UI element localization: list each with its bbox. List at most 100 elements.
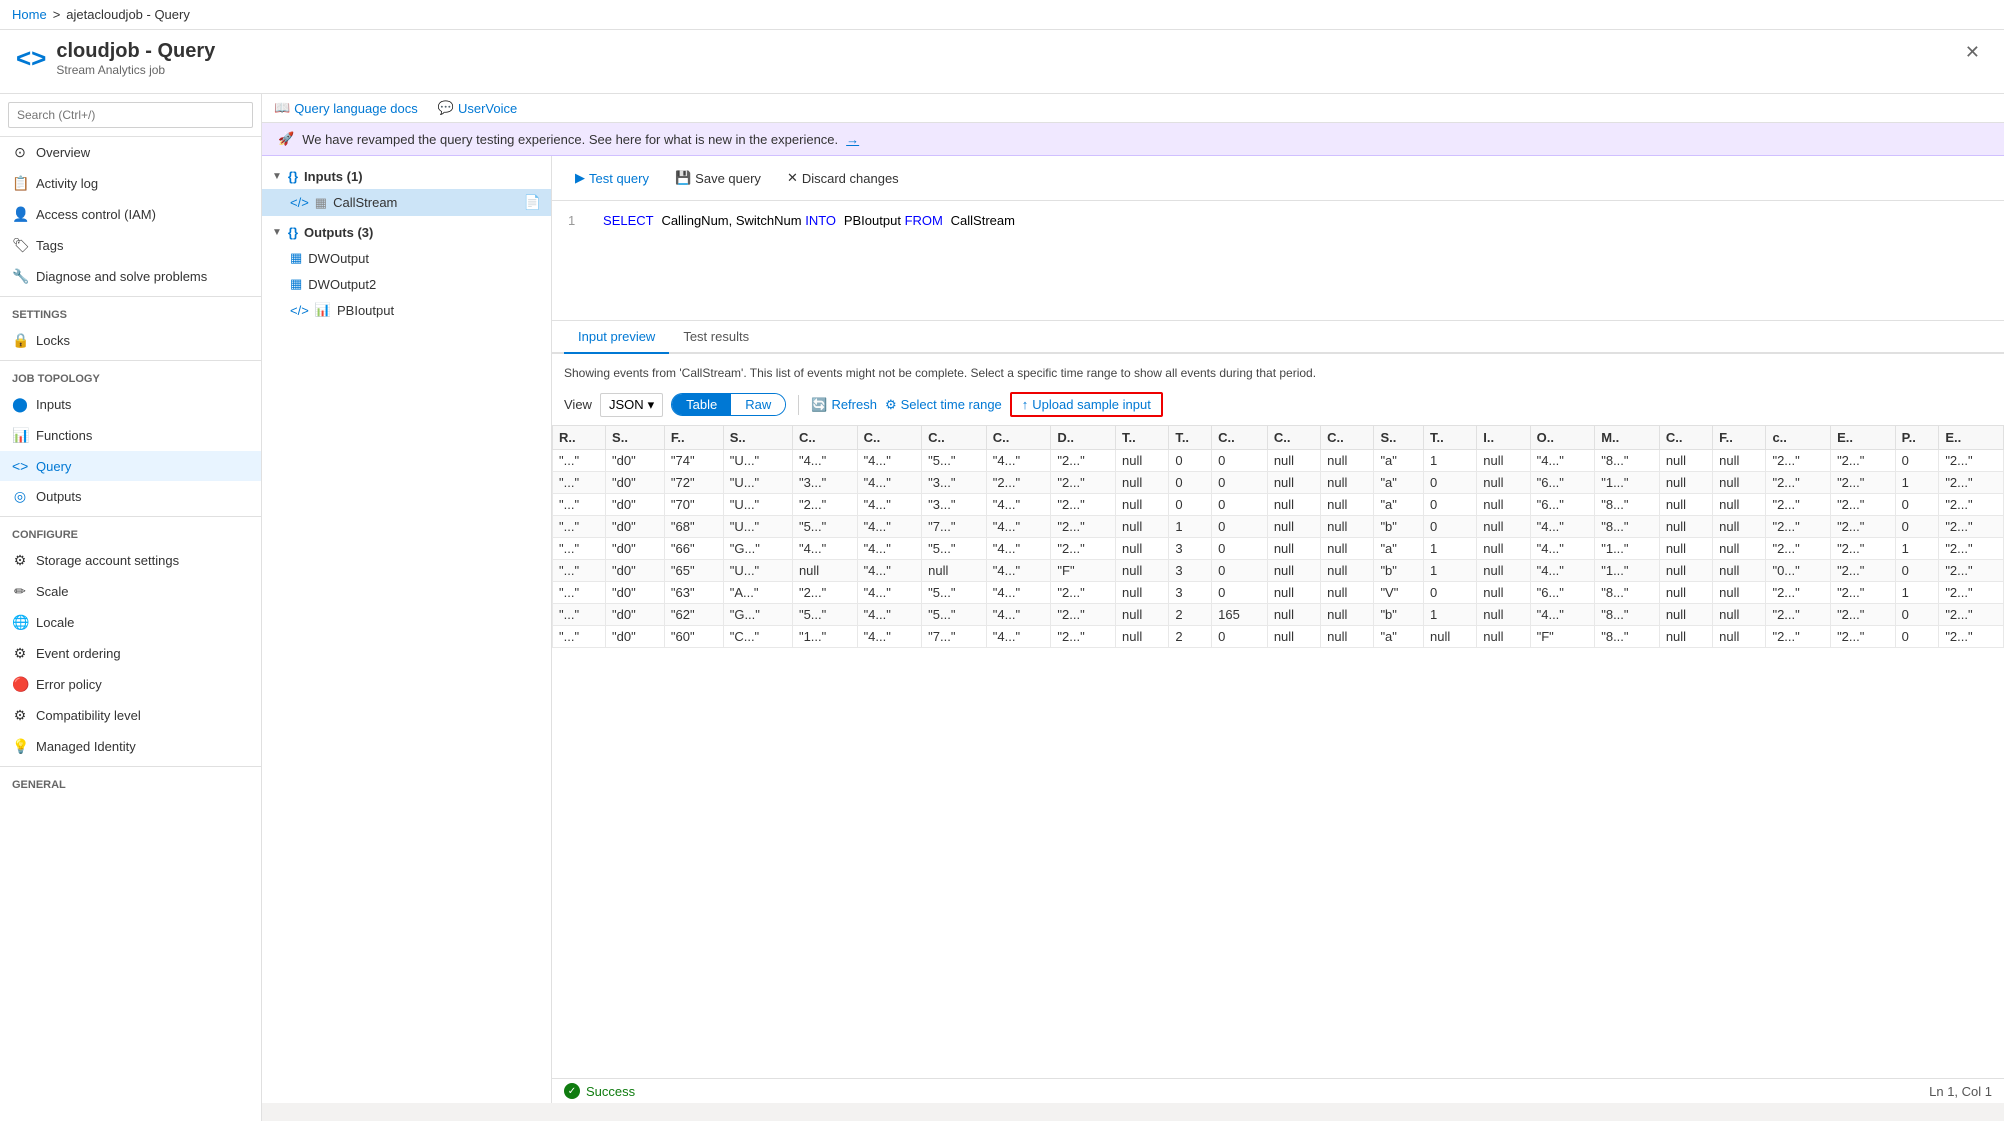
sidebar-item-event-ordering[interactable]: ⚙ Event ordering (0, 638, 261, 669)
table-col-header: C.. (986, 426, 1051, 450)
table-cell: "4..." (857, 538, 922, 560)
sidebar-item-diagnose[interactable]: 🔧 Diagnose and solve problems (0, 261, 261, 292)
breadcrumb: Home > ajetacloudjob - Query (12, 7, 190, 22)
table-cell: null (1713, 516, 1766, 538)
split-pane: ▼ {} Inputs (1) </> ▦ CallStream 📄 ▼ {} (262, 156, 2004, 1103)
query-docs-link[interactable]: 📖 Query language docs (274, 100, 418, 116)
table-cell: "4..." (857, 560, 922, 582)
sidebar-item-scale[interactable]: ✏ Scale (0, 576, 261, 607)
table-cell: "2..." (1051, 604, 1116, 626)
sidebar-item-compatibility[interactable]: ⚙ Compatibility level (0, 700, 261, 731)
table-cell: "2..." (1051, 626, 1116, 648)
gear-icon: ⚙ (885, 397, 897, 413)
table-cell: "2..." (1939, 560, 2004, 582)
table-cell: null (1659, 516, 1712, 538)
table-cell: null (1659, 604, 1712, 626)
table-cell: 1 (1169, 516, 1212, 538)
table-cell: "4..." (1530, 560, 1595, 582)
sidebar-item-access-control[interactable]: 👤 Access control (IAM) (0, 199, 261, 230)
table-cell: "2..." (1831, 626, 1896, 648)
table-cell: null (1321, 494, 1374, 516)
table-cell: "8..." (1595, 582, 1660, 604)
tree-item-dwoutput[interactable]: ▦ DWOutput (262, 245, 551, 271)
table-cell: "2..." (792, 582, 857, 604)
scale-icon: ✏ (12, 583, 28, 600)
breadcrumb-home[interactable]: Home (12, 7, 47, 22)
results-area: Input preview Test results Showing event… (552, 321, 2004, 1078)
uservoice-link[interactable]: 💬 UserVoice (438, 100, 517, 116)
outputs-collapse-icon: ▼ (272, 227, 282, 238)
event-ordering-icon: ⚙ (12, 645, 28, 662)
table-cell: "72" (664, 472, 723, 494)
inputs-header[interactable]: ▼ {} Inputs (1) (262, 164, 551, 189)
save-query-button[interactable]: 💾 Save query (664, 164, 772, 192)
table-col-header: O.. (1530, 426, 1595, 450)
general-label: General (0, 771, 261, 795)
table-cell: "U..." (723, 472, 792, 494)
table-cell: null (1321, 516, 1374, 538)
table-cell: 0 (1212, 582, 1268, 604)
sidebar-item-locale[interactable]: 🌐 Locale (0, 607, 261, 638)
revamp-banner: 🚀 We have revamped the query testing exp… (262, 123, 2004, 156)
toggle-table-button[interactable]: Table (672, 394, 731, 415)
view-dropdown[interactable]: JSON ▾ (600, 393, 663, 417)
dwoutput2-icon: ▦ (290, 276, 302, 292)
results-info: Showing events from 'CallStream'. This l… (552, 362, 2004, 388)
table-cell: null (1713, 582, 1766, 604)
tree-item-callstream[interactable]: </> ▦ CallStream 📄 (262, 189, 551, 216)
inputs-collapse-icon: ▼ (272, 171, 282, 182)
cursor-position: Ln 1, Col 1 (1929, 1084, 1992, 1099)
sidebar-item-managed-identity[interactable]: 💡 Managed Identity (0, 731, 261, 762)
storage-icon: ⚙ (12, 552, 28, 569)
pbioutput-chart-icon: 📊 (315, 302, 331, 318)
table-cell: 0 (1169, 450, 1212, 472)
error-policy-icon: 🔴 (12, 676, 28, 693)
table-cell: "G..." (723, 538, 792, 560)
sidebar-item-overview[interactable]: ⊙ Overview (0, 137, 261, 168)
banner-icon: 🚀 (278, 131, 294, 147)
close-button[interactable]: ✕ (1957, 40, 1988, 65)
sidebar-item-query[interactable]: <> Query (0, 451, 261, 481)
table-cell: "1..." (1595, 560, 1660, 582)
table-cell: null (1713, 538, 1766, 560)
table-cell: null (1477, 604, 1530, 626)
refresh-button[interactable]: 🔄 Refresh (811, 397, 877, 413)
test-query-button[interactable]: ▶ Test query (564, 164, 660, 192)
sidebar-item-tags[interactable]: 🏷 Tags (0, 230, 261, 261)
table-cell: null (1116, 472, 1169, 494)
discard-changes-button[interactable]: ✕ Discard changes (776, 164, 910, 192)
sidebar-item-locks[interactable]: 🔒 Locks (0, 325, 261, 356)
settings-section-label: Settings (0, 301, 261, 325)
tree-item-pbioutput[interactable]: </> 📊 PBIoutput (262, 297, 551, 323)
header-text: cloudjob - Query Stream Analytics job (56, 40, 215, 77)
outputs-header[interactable]: ▼ {} Outputs (3) (262, 220, 551, 245)
table-cell: "8..." (1595, 494, 1660, 516)
table-cell: "d0" (606, 626, 665, 648)
table-cell: "2..." (1939, 604, 2004, 626)
sidebar-item-activity-log[interactable]: 📋 Activity log (0, 168, 261, 199)
sidebar-item-storage[interactable]: ⚙ Storage account settings (0, 545, 261, 576)
query-editor[interactable]: 1 SELECT CallingNum, SwitchNum INTO PBIo… (552, 201, 2004, 321)
table-cell: 1 (1423, 560, 1476, 582)
search-input[interactable] (8, 102, 253, 128)
upload-sample-button[interactable]: ↑ Upload sample input (1010, 392, 1163, 417)
table-cell: "5..." (922, 450, 987, 472)
sidebar-item-outputs[interactable]: ◎ Outputs (0, 481, 261, 512)
sidebar-item-error-policy[interactable]: 🔴 Error policy (0, 669, 261, 700)
table-cell: "G..." (723, 604, 792, 626)
tab-test-results[interactable]: Test results (669, 321, 763, 354)
results-tabs: Input preview Test results (552, 321, 2004, 354)
table-cell: null (1713, 604, 1766, 626)
time-range-button[interactable]: ⚙ Select time range (885, 397, 1002, 413)
inputs-label: Inputs (1) (304, 169, 363, 184)
sidebar-item-functions[interactable]: 📊 Functions (0, 420, 261, 451)
tree-item-dwoutput2[interactable]: ▦ DWOutput2 (262, 271, 551, 297)
toggle-raw-button[interactable]: Raw (731, 394, 785, 415)
table-cell: "2..." (1051, 516, 1116, 538)
sidebar-item-inputs[interactable]: ⬤ Inputs (0, 389, 261, 420)
table-col-header: C.. (922, 426, 987, 450)
table-cell: "4..." (857, 472, 922, 494)
tab-input-preview[interactable]: Input preview (564, 321, 669, 354)
table-cell: null (1321, 604, 1374, 626)
banner-link[interactable]: → (846, 132, 859, 147)
